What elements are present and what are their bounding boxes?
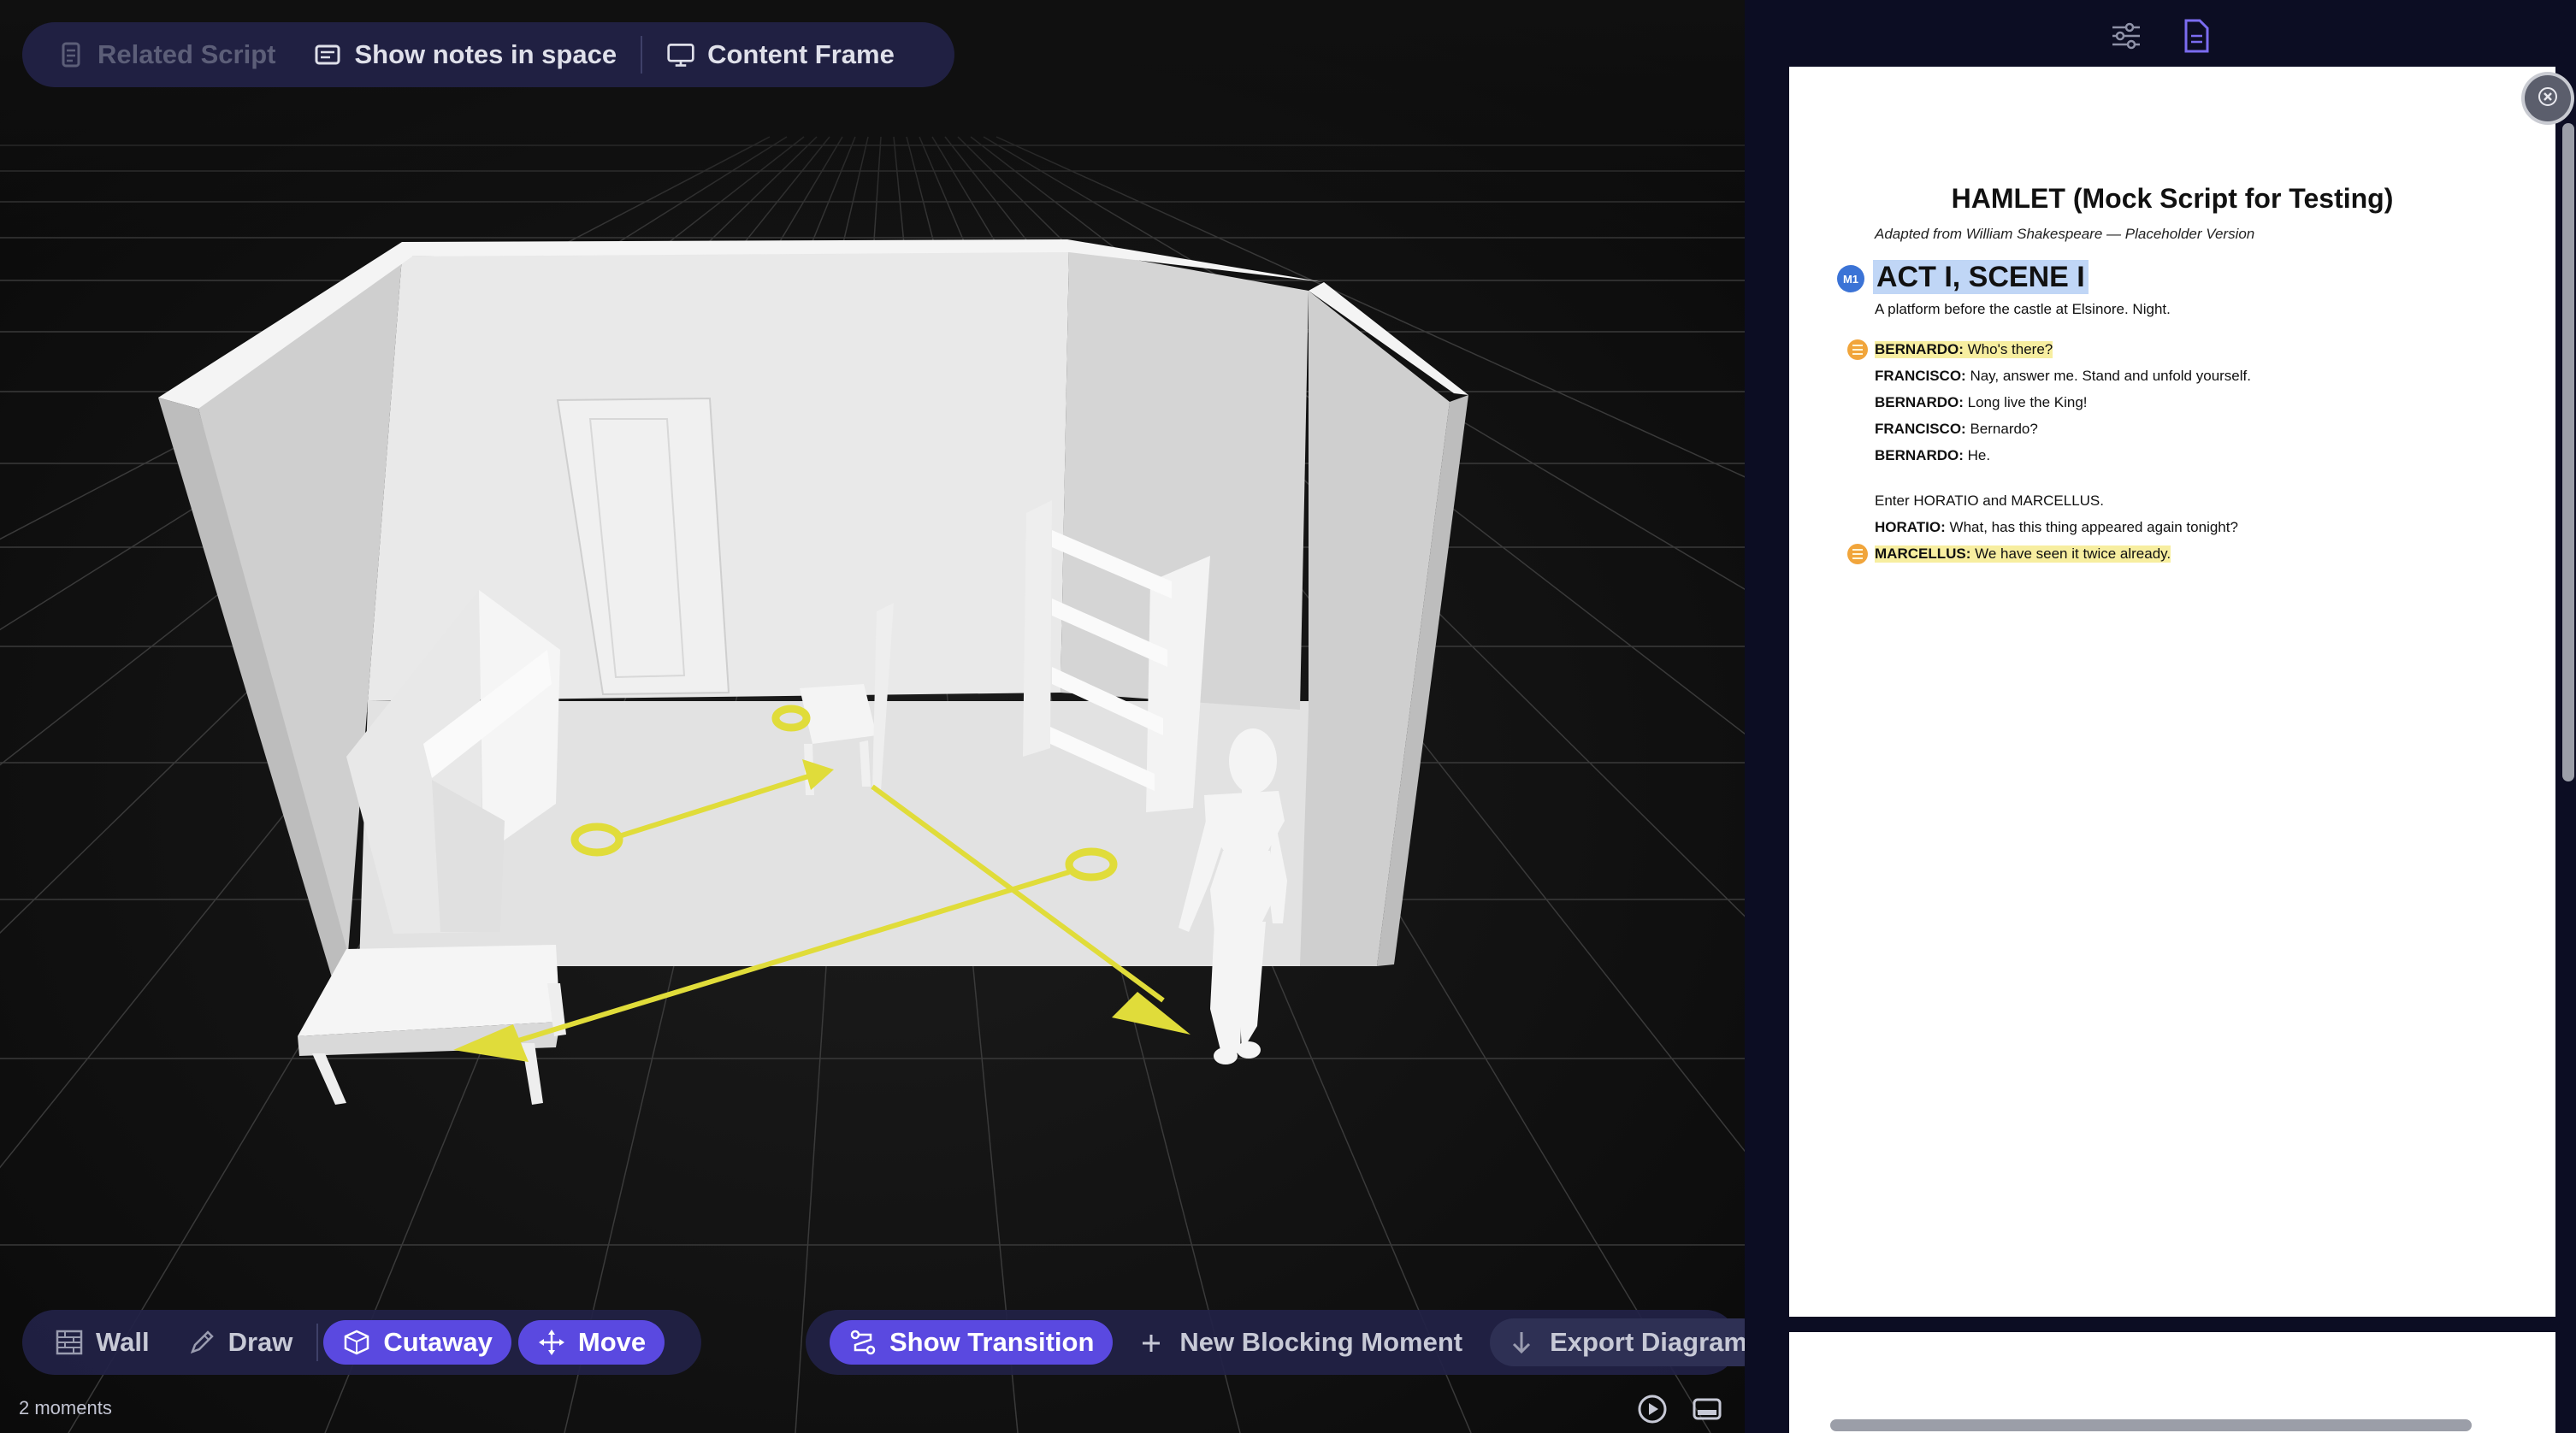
vertical-scrollbar[interactable]	[2562, 123, 2574, 781]
draw-label: Draw	[227, 1327, 293, 1357]
draw-button[interactable]: Draw	[168, 1315, 312, 1370]
script-line: BERNARDO: Long live the King!	[1875, 394, 2088, 410]
horizontal-scrollbar[interactable]	[1830, 1419, 2472, 1431]
script-page[interactable]: HAMLET (Mock Script for Testing) Adapted…	[1789, 67, 2555, 1317]
new-blocking-moment-button[interactable]: New Blocking Moment	[1120, 1315, 1481, 1370]
toolbar-divider	[641, 36, 643, 74]
script-line: FRANCISCO: Nay, answer me. Stand and unf…	[1875, 368, 2251, 384]
cutaway-box-icon	[342, 1328, 371, 1357]
moments-count: 2 moments	[19, 1397, 112, 1418]
panel-toggle-icon[interactable]	[1690, 1392, 1724, 1426]
sliders-icon[interactable]	[2107, 17, 2145, 59]
script-page-next	[1789, 1332, 2555, 1433]
cutaway-button[interactable]: Cutaway	[323, 1320, 511, 1365]
export-diagram-label: Export Diagram	[1550, 1327, 1747, 1357]
bottom-right-toolbar: Show Transition New Blocking Moment Expo…	[806, 1310, 1766, 1375]
new-blocking-moment-label: New Blocking Moment	[1179, 1327, 1463, 1357]
script-line: MARCELLUS: We have seen it twice already…	[1875, 545, 2171, 563]
move-arrows-icon	[537, 1328, 566, 1357]
related-script-label: Related Script	[97, 39, 276, 69]
note-icon[interactable]	[1847, 339, 1868, 360]
scene-heading: ACT I, SCENE I	[1873, 260, 2089, 294]
wall-label: Wall	[96, 1327, 150, 1357]
monitor-icon	[666, 40, 695, 69]
note-icon[interactable]	[1847, 544, 1868, 564]
close-icon	[2538, 86, 2558, 111]
plus-icon	[1138, 1328, 1167, 1357]
transition-icon	[848, 1328, 877, 1357]
content-frame-button[interactable]: Content Frame	[647, 27, 913, 82]
show-notes-label: Show notes in space	[354, 39, 617, 69]
content-frame-label: Content Frame	[707, 39, 895, 69]
script-line: HORATIO: What, has this thing appeared a…	[1875, 519, 2238, 535]
script-title: HAMLET (Mock Script for Testing)	[1951, 183, 2394, 214]
brick-wall-icon	[55, 1328, 84, 1357]
top-toolbar: Related Script Show notes in space Conte…	[22, 22, 954, 87]
script-line: FRANCISCO: Bernardo?	[1875, 421, 2038, 437]
move-label: Move	[577, 1327, 647, 1357]
script-subtitle: Adapted from William Shakespeare — Place…	[1875, 226, 2255, 242]
show-transition-button[interactable]: Show Transition	[830, 1320, 1114, 1365]
script-line: BERNARDO: He.	[1875, 447, 1991, 463]
move-button[interactable]: Move	[517, 1320, 665, 1365]
cutaway-label: Cutaway	[383, 1327, 493, 1357]
toolbar-divider	[316, 1324, 319, 1361]
wall-button[interactable]: Wall	[36, 1315, 168, 1370]
stage-direction: Enter HORATIO and MARCELLUS.	[1875, 492, 2104, 509]
show-transition-label: Show Transition	[889, 1327, 1095, 1357]
download-arrow-icon	[1509, 1328, 1538, 1357]
panel-tabs	[1745, 17, 2576, 55]
show-notes-button[interactable]: Show notes in space	[294, 27, 635, 82]
play-icon[interactable]	[1635, 1392, 1669, 1426]
setting-line: A platform before the castle at Elsinore…	[1875, 301, 2171, 317]
stage-3d-view[interactable]	[0, 0, 1745, 1433]
notes-icon	[313, 40, 342, 69]
stage-viewport[interactable]	[0, 0, 1745, 1433]
related-script-button[interactable]: Related Script	[38, 27, 294, 82]
bottom-left-toolbar: Wall Draw Cutaway Move	[22, 1310, 701, 1375]
document-icon[interactable]	[2179, 17, 2213, 59]
script-line: BERNARDO: Who's there?	[1875, 341, 2053, 358]
document-icon	[56, 40, 86, 69]
export-diagram-button[interactable]: Export Diagram	[1490, 1318, 1766, 1366]
moment-badge[interactable]: M1	[1837, 265, 1864, 292]
close-button[interactable]	[2525, 75, 2571, 121]
pencil-icon	[187, 1328, 216, 1357]
